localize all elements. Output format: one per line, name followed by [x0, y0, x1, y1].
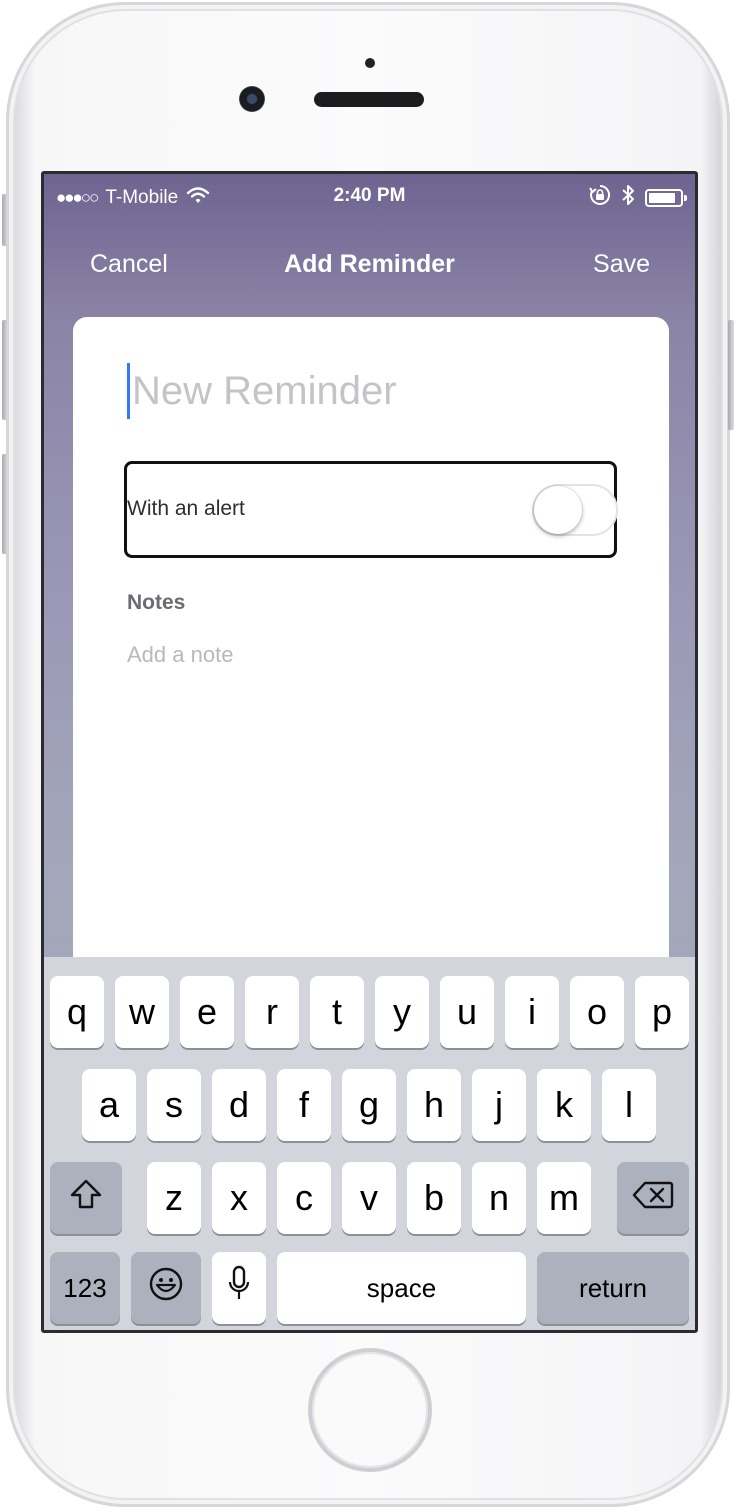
- rotation-lock-icon: [589, 184, 611, 212]
- alert-label: With an alert: [127, 497, 245, 520]
- alert-row[interactable]: With an alert: [124, 461, 618, 558]
- key-z[interactable]: z: [147, 1162, 201, 1234]
- key-e[interactable]: e: [180, 976, 234, 1048]
- reminder-title-input[interactable]: [127, 363, 607, 419]
- key-s[interactable]: s: [147, 1069, 201, 1141]
- proximity-sensor: [365, 58, 375, 68]
- key-u[interactable]: u: [440, 976, 494, 1048]
- delete-icon: [632, 1177, 674, 1219]
- key-j[interactable]: j: [472, 1069, 526, 1141]
- bluetooth-icon: [621, 184, 635, 212]
- shift-icon: [69, 1177, 103, 1219]
- key-t[interactable]: t: [310, 976, 364, 1048]
- numbers-key[interactable]: 123: [50, 1252, 120, 1324]
- mute-switch: [2, 194, 8, 246]
- battery-icon: [645, 189, 687, 207]
- status-bar: ●●●○○ T-Mobile 2:40 PM: [44, 174, 695, 218]
- notes-heading: Notes: [127, 591, 186, 614]
- status-right: [589, 184, 687, 212]
- return-key[interactable]: return: [537, 1252, 689, 1324]
- save-button[interactable]: Save: [593, 250, 650, 279]
- power-button: [728, 320, 734, 430]
- volume-up-button: [2, 320, 8, 420]
- dictation-key[interactable]: [212, 1252, 266, 1324]
- key-l[interactable]: l: [602, 1069, 656, 1141]
- screen: ●●●○○ T-Mobile 2:40 PM Cancel Add Remind…: [41, 171, 698, 1333]
- space-key[interactable]: space: [277, 1252, 526, 1324]
- keyboard: q w e r t y u i o p a s d f g h j k l z …: [44, 957, 695, 1330]
- earpiece-speaker: [314, 92, 424, 107]
- key-q[interactable]: q: [50, 976, 104, 1048]
- key-w[interactable]: w: [115, 976, 169, 1048]
- key-g[interactable]: g: [342, 1069, 396, 1141]
- volume-down-button: [2, 454, 8, 554]
- toggle-knob: [534, 486, 582, 534]
- key-k[interactable]: k: [537, 1069, 591, 1141]
- key-y[interactable]: y: [375, 976, 429, 1048]
- front-camera: [239, 86, 265, 112]
- delete-key[interactable]: [617, 1162, 689, 1234]
- key-p[interactable]: p: [635, 976, 689, 1048]
- shift-key[interactable]: [50, 1162, 122, 1234]
- key-c[interactable]: c: [277, 1162, 331, 1234]
- key-o[interactable]: o: [570, 976, 624, 1048]
- key-d[interactable]: d: [212, 1069, 266, 1141]
- microphone-icon: [227, 1265, 251, 1312]
- alert-toggle[interactable]: [532, 484, 618, 536]
- home-button[interactable]: [312, 1352, 428, 1468]
- key-f[interactable]: f: [277, 1069, 331, 1141]
- emoji-icon: [148, 1266, 184, 1311]
- emoji-key[interactable]: [131, 1252, 201, 1324]
- key-i[interactable]: i: [505, 976, 559, 1048]
- key-b[interactable]: b: [407, 1162, 461, 1234]
- key-r[interactable]: r: [245, 976, 299, 1048]
- key-h[interactable]: h: [407, 1069, 461, 1141]
- notes-input[interactable]: [127, 635, 607, 675]
- key-m[interactable]: m: [537, 1162, 591, 1234]
- key-v[interactable]: v: [342, 1162, 396, 1234]
- key-a[interactable]: a: [82, 1069, 136, 1141]
- key-x[interactable]: x: [212, 1162, 266, 1234]
- key-n[interactable]: n: [472, 1162, 526, 1234]
- navigation-bar: Cancel Add Reminder Save: [44, 244, 695, 288]
